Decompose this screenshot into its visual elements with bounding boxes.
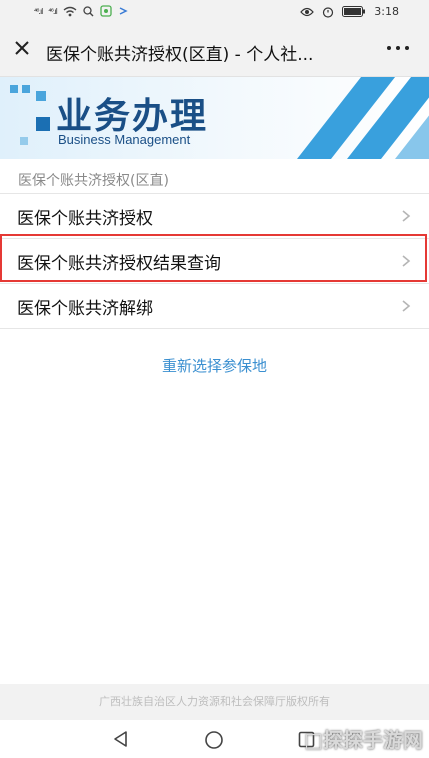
search-icon — [83, 5, 94, 16]
menu-item-authorize-result-query[interactable]: 医保个账共济授权结果查询 — [0, 238, 429, 283]
decor-square — [22, 85, 30, 93]
wifi-icon — [63, 6, 77, 16]
service-menu: 医保个账共济授权 医保个账共济授权结果查询 医保个账共济解绑 — [0, 193, 429, 329]
decor-square — [36, 117, 50, 131]
decor-square — [20, 137, 28, 145]
status-bar: ⁴⁶.ıl ⁴⁶.ıl 3:18 — [0, 0, 429, 24]
more-options-icon[interactable] — [387, 46, 409, 50]
menu-item-label: 医保个账共济解绑 — [17, 298, 153, 319]
menu-item-authorize[interactable]: 医保个账共济授权 — [0, 193, 429, 238]
title-bar: 医保个账共济授权(区直) - 个人社... — [0, 24, 429, 77]
close-icon[interactable] — [10, 36, 34, 60]
page-title: 医保个账共济授权(区直) - 个人社... — [46, 45, 314, 65]
back-icon[interactable] — [112, 730, 130, 748]
footer-copyright: 广西壮族自治区人力资源和社会保障厅版权所有 — [0, 684, 429, 720]
arrow-notification-icon — [119, 7, 128, 15]
home-icon[interactable] — [204, 730, 224, 750]
menu-item-label: 医保个账共济授权结果查询 — [17, 253, 221, 274]
signal-icon: ⁴⁶.ıl — [34, 6, 43, 16]
battery-icon — [342, 6, 366, 17]
clock: 3:18 — [374, 5, 399, 18]
app-notification-icon — [100, 5, 112, 17]
menu-item-unbind[interactable]: 医保个账共济解绑 — [0, 283, 429, 329]
watermark: □探探手游网 — [304, 728, 423, 752]
chevron-right-icon — [402, 300, 411, 312]
alarm-icon — [323, 6, 334, 18]
eye-icon — [300, 7, 315, 16]
signal-icon: ⁴⁶.ıl — [48, 6, 57, 16]
status-right: 3:18 — [300, 5, 399, 18]
banner-subtitle: Business Management — [58, 132, 191, 147]
banner: 业务办理 Business Management — [0, 77, 429, 159]
decor-square — [10, 85, 18, 93]
decor-square — [36, 91, 46, 101]
reselect-region-link[interactable]: 重新选择参保地 — [0, 355, 429, 376]
section-label: 医保个账共济授权(区直) — [18, 173, 169, 189]
status-left: ⁴⁶.ıl ⁴⁶.ıl — [34, 5, 128, 17]
chevron-right-icon — [402, 255, 411, 267]
menu-item-label: 医保个账共济授权 — [17, 208, 153, 229]
chevron-right-icon — [402, 210, 411, 222]
